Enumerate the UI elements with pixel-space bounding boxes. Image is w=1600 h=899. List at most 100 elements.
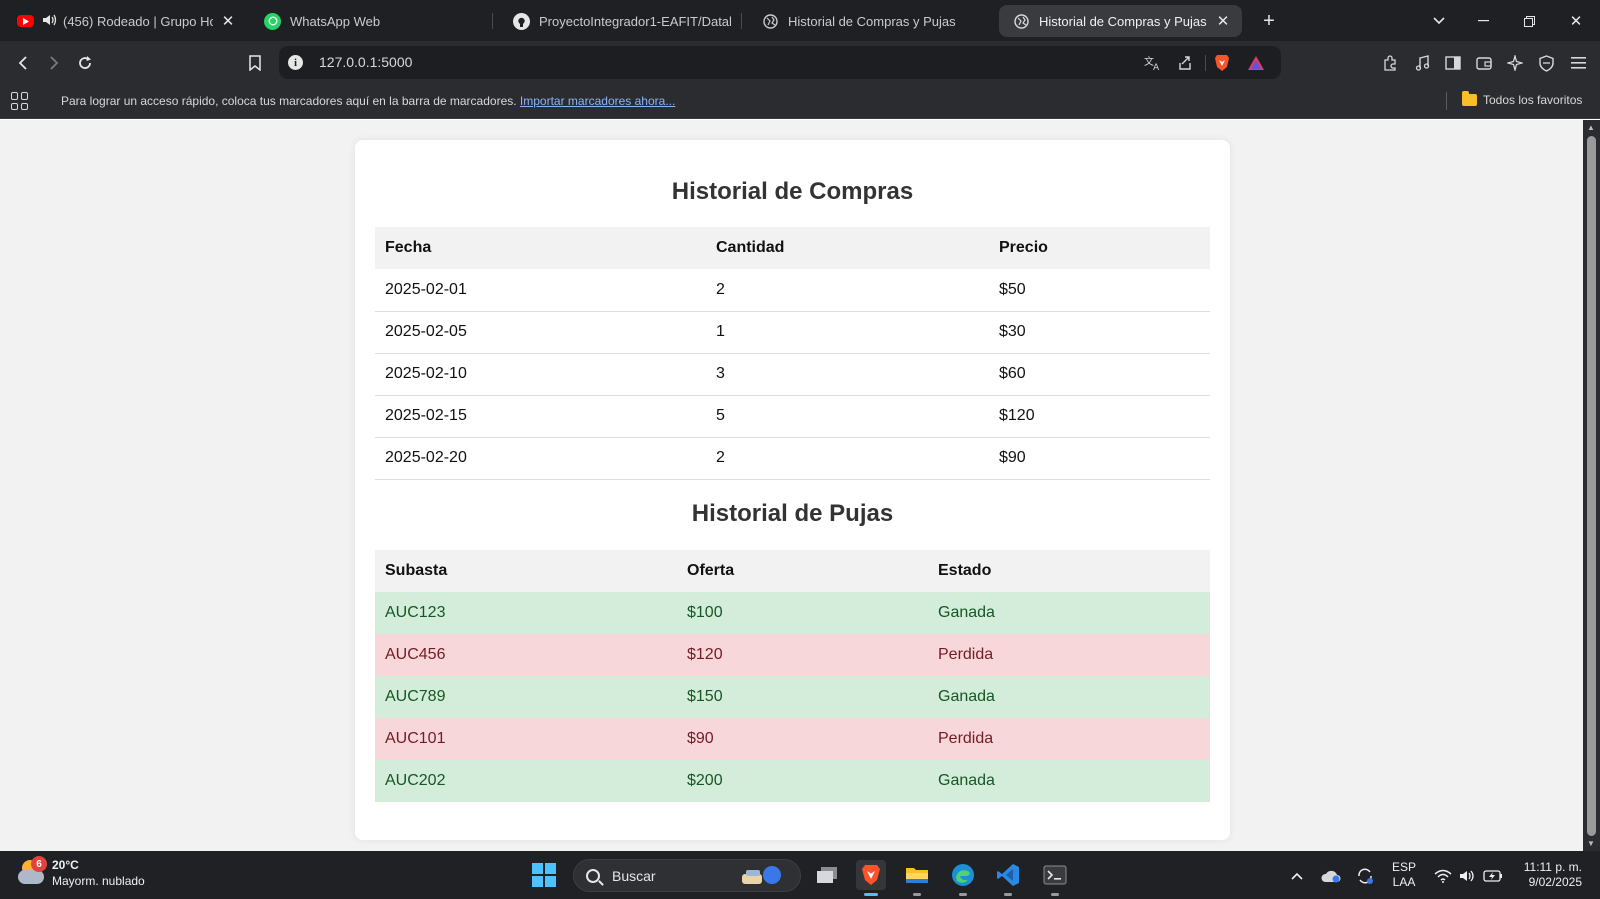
- speaker-icon[interactable]: [43, 14, 57, 29]
- file-explorer-icon[interactable]: [902, 860, 932, 896]
- cell-subasta: AUC456: [375, 633, 677, 676]
- taskbar-clock[interactable]: 11:11 p. m. 9/02/2025: [1512, 860, 1582, 890]
- cell-oferta: $200: [677, 759, 928, 802]
- bookmarks-bar: Para lograr un acceso rápido, coloca tus…: [0, 83, 1600, 119]
- header-precio: Precio: [989, 227, 1210, 269]
- share-icon[interactable]: [1174, 52, 1196, 74]
- sidebar-icon[interactable]: [1442, 52, 1464, 74]
- cell-oferta: $100: [677, 591, 928, 634]
- weather-cloudy-icon: 6: [18, 856, 47, 886]
- reload-icon[interactable]: [72, 50, 98, 76]
- table-row-won: AUC123 $100 Ganada: [375, 591, 1210, 634]
- bookmarks-hint-text: Para lograr un acceso rápido, coloca tus…: [61, 94, 517, 108]
- translate-icon[interactable]: 文A: [1142, 52, 1164, 74]
- battery-charging-icon[interactable]: [1483, 866, 1503, 886]
- sync-icon[interactable]: [1355, 866, 1375, 886]
- cell-estado: Ganada: [928, 591, 1210, 634]
- windows-taskbar: 6 20°C Mayorm. nublado Buscar ESP LAA 11…: [0, 851, 1600, 899]
- brave-rewards-icon[interactable]: [1245, 52, 1267, 74]
- weather-widget[interactable]: 6 20°C Mayorm. nublado: [18, 856, 145, 889]
- apps-grid-icon[interactable]: [11, 92, 29, 110]
- brave-browser-icon[interactable]: [856, 860, 886, 896]
- forward-icon[interactable]: [41, 50, 67, 76]
- wallet-icon[interactable]: [1473, 52, 1495, 74]
- close-tab-icon[interactable]: ✕: [1214, 12, 1232, 30]
- taskbar-search[interactable]: Buscar: [573, 859, 801, 892]
- vpn-shield-icon[interactable]: [1535, 52, 1557, 74]
- cell-oferta: $150: [677, 675, 928, 718]
- weather-desc: Mayorm. nublado: [52, 874, 145, 888]
- menu-icon[interactable]: [1567, 52, 1589, 74]
- cell-precio: $60: [989, 353, 1210, 396]
- compras-title: Historial de Compras: [671, 178, 914, 205]
- back-icon[interactable]: [10, 50, 36, 76]
- table-row-lost: AUC456 $120 Perdida: [375, 633, 1210, 676]
- youtube-icon: [17, 15, 34, 27]
- url-text[interactable]: 127.0.0.1:5000: [319, 54, 412, 70]
- tab-github[interactable]: ProyectoIntegrador1-EAFIT/Databas: [499, 5, 742, 37]
- cell-estado: Ganada: [928, 759, 1210, 802]
- cell-fecha: 2025-02-10: [375, 353, 706, 396]
- scroll-down-icon[interactable]: ▼: [1587, 839, 1595, 848]
- cell-precio: $120: [989, 395, 1210, 438]
- cell-cantidad: 3: [706, 353, 989, 396]
- cell-cantidad: 2: [706, 437, 989, 480]
- address-bar[interactable]: i 127.0.0.1:5000 文A: [279, 46, 1281, 79]
- terminal-icon[interactable]: [1040, 860, 1070, 896]
- edge-browser-icon[interactable]: [948, 860, 978, 896]
- volume-icon[interactable]: [1458, 866, 1478, 886]
- tab-title: WhatsApp Web: [290, 13, 381, 29]
- close-window-icon[interactable]: ✕: [1562, 7, 1590, 35]
- scrollbar-thumb[interactable]: [1587, 136, 1596, 836]
- extensions-icon[interactable]: [1379, 52, 1401, 74]
- all-favorites-button[interactable]: Todos los favoritos: [1462, 91, 1582, 107]
- import-bookmarks-link[interactable]: Importar marcadores ahora...: [520, 94, 675, 108]
- brave-shields-icon[interactable]: [1211, 52, 1233, 74]
- music-icon[interactable]: [1411, 52, 1433, 74]
- scroll-up-icon[interactable]: ▲: [1587, 123, 1595, 132]
- table-row: 2025-02-10 3 $60: [375, 353, 1210, 396]
- tab-historial-1[interactable]: Historial de Compras y Pujas: [748, 5, 990, 37]
- site-info-icon[interactable]: i: [288, 55, 303, 70]
- tab-title: Historial de Compras y Pujas: [788, 13, 956, 29]
- browser-toolbar: i 127.0.0.1:5000 文A: [0, 41, 1600, 83]
- cell-precio: $90: [989, 437, 1210, 480]
- cell-fecha: 2025-02-20: [375, 437, 706, 480]
- header-estado: Estado: [928, 549, 1210, 592]
- bookmark-icon[interactable]: [242, 50, 268, 76]
- new-tab-button[interactable]: +: [1257, 9, 1281, 33]
- cell-cantidad: 1: [706, 311, 989, 354]
- close-tab-icon[interactable]: ✕: [219, 12, 237, 30]
- weather-badge: 6: [31, 856, 47, 872]
- vscode-icon[interactable]: [993, 860, 1023, 896]
- tray-overflow-chevron-icon[interactable]: [1287, 866, 1307, 886]
- page-scrollbar[interactable]: ▲ ▼: [1583, 120, 1600, 851]
- tab-strip: (456) Rodeado | Grupo Hope ✕ WhatsApp We…: [0, 0, 1600, 41]
- minimize-icon[interactable]: [1469, 7, 1497, 35]
- task-view-icon[interactable]: [812, 860, 842, 890]
- windows-start-icon[interactable]: [532, 863, 556, 887]
- restore-icon[interactable]: [1515, 7, 1543, 35]
- search-highlight-icon: [742, 866, 781, 884]
- tab-search-chevron-icon[interactable]: [1425, 7, 1453, 35]
- folder-icon: [1462, 91, 1477, 106]
- input-language[interactable]: ESP LAA: [1392, 860, 1416, 890]
- cell-subasta: AUC101: [375, 717, 677, 760]
- onedrive-icon[interactable]: [1321, 866, 1341, 886]
- pujas-title: Historial de Pujas: [691, 499, 894, 527]
- wifi-icon[interactable]: [1433, 866, 1453, 886]
- table-row: 2025-02-01 2 $50: [375, 269, 1210, 312]
- cell-subasta: AUC123: [375, 591, 677, 634]
- tab-youtube[interactable]: (456) Rodeado | Grupo Hope ✕: [3, 5, 247, 37]
- table-row-won: AUC789 $150 Ganada: [375, 675, 1210, 718]
- cell-precio: $30: [989, 311, 1210, 354]
- cell-precio: $50: [989, 269, 1210, 312]
- leo-ai-icon[interactable]: [1504, 52, 1526, 74]
- table-row: 2025-02-20 2 $90: [375, 437, 1210, 480]
- tab-title: Historial de Compras y Pujas: [1039, 13, 1207, 29]
- cell-cantidad: 5: [706, 395, 989, 438]
- tab-historial-active[interactable]: Historial de Compras y Pujas ✕: [999, 5, 1242, 37]
- tab-whatsapp[interactable]: WhatsApp Web: [250, 5, 493, 37]
- cell-oferta: $90: [677, 717, 928, 760]
- table-row-won: AUC202 $200 Ganada: [375, 759, 1210, 802]
